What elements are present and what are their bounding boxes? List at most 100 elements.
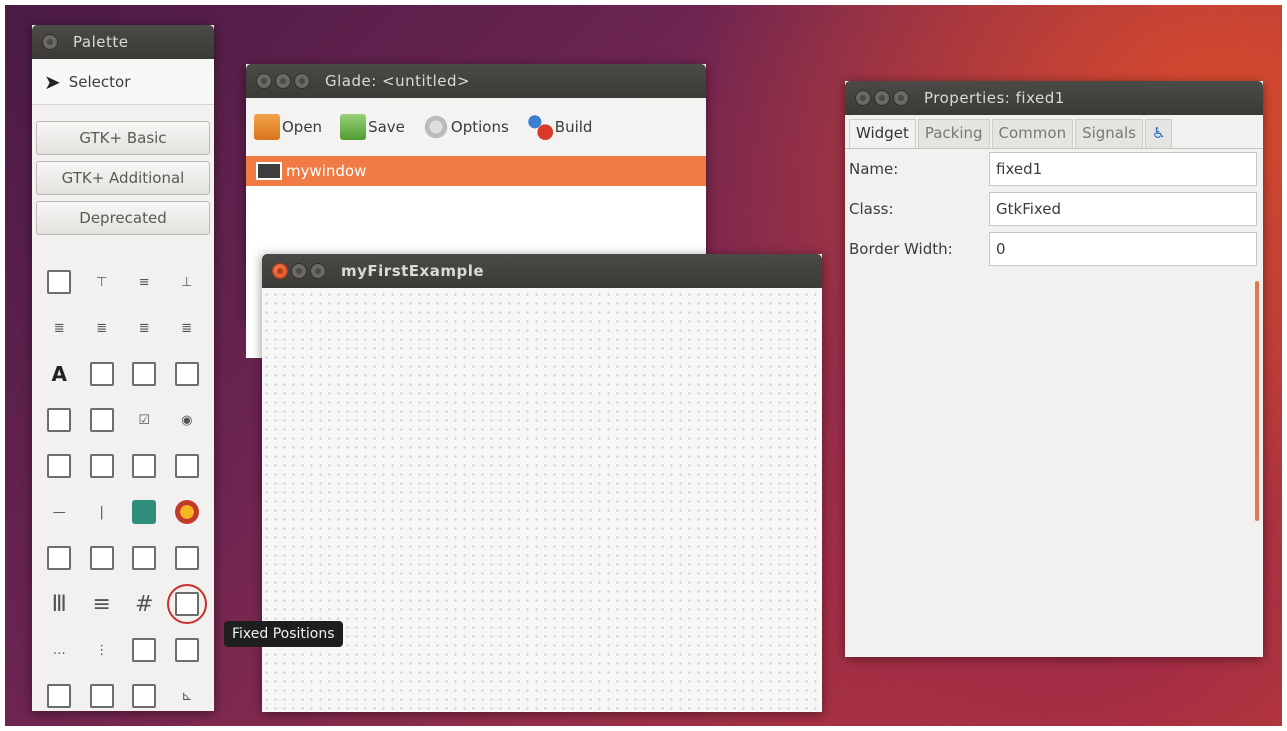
image-widget-icon[interactable] bbox=[132, 500, 157, 524]
check-icon[interactable]: ☑ bbox=[132, 408, 156, 432]
open-label: Open bbox=[282, 118, 323, 136]
border-width-label: Border Width: bbox=[849, 240, 953, 258]
viewport-icon[interactable] bbox=[132, 684, 157, 708]
close-icon[interactable] bbox=[42, 34, 58, 50]
open-button[interactable]: Open bbox=[254, 114, 322, 140]
name-label: Name: bbox=[849, 160, 899, 178]
grid-icon[interactable]: # bbox=[132, 592, 156, 617]
minimize-icon[interactable] bbox=[275, 73, 291, 89]
build-button[interactable]: Build bbox=[526, 114, 593, 140]
label-a-icon[interactable]: A bbox=[47, 362, 71, 386]
example-titlebar[interactable]: myFirstExample bbox=[262, 254, 822, 288]
toggle-icon[interactable] bbox=[89, 454, 114, 478]
paned-icon[interactable] bbox=[132, 638, 157, 662]
button-icon[interactable] bbox=[47, 408, 72, 432]
maximize-icon[interactable] bbox=[893, 90, 909, 106]
selector-label: Selector bbox=[68, 72, 131, 91]
window-icon[interactable] bbox=[47, 270, 72, 294]
glade-toolbar: Open Save Options Build bbox=[246, 98, 706, 156]
frame-icon[interactable]: ≣ bbox=[47, 316, 71, 340]
label-row-icon[interactable]: ≡ bbox=[132, 270, 156, 294]
event-box-icon[interactable] bbox=[47, 684, 72, 708]
tab-signals[interactable]: Signals bbox=[1075, 119, 1143, 148]
tab-packing[interactable]: Packing bbox=[917, 119, 990, 148]
progress-icon[interactable] bbox=[89, 546, 114, 570]
aspect-frame-icon[interactable]: ≣ bbox=[90, 316, 114, 340]
scrollbar-icon[interactable]: ⋮ bbox=[90, 638, 114, 662]
widget-icon-grid: ⊤ ≡ ⊥ ≣ ≣ ≣ ≣ A ☑ ◉ — | Ⅲ ≡ # … ⋮ ⊾ bbox=[32, 259, 214, 719]
glade-titlebar[interactable]: Glade: <untitled> bbox=[246, 64, 706, 98]
save-button[interactable]: Save bbox=[340, 114, 405, 140]
layout-icon[interactable] bbox=[174, 638, 199, 662]
palette-titlebar[interactable]: Palette bbox=[32, 25, 214, 59]
toolbar-icon[interactable]: ⊥ bbox=[175, 270, 199, 294]
open-folder-icon bbox=[254, 114, 280, 140]
image-icon[interactable] bbox=[89, 362, 114, 386]
table-icon[interactable]: ≣ bbox=[175, 316, 199, 340]
alignment-icon[interactable]: ⊾ bbox=[175, 684, 199, 708]
name-field[interactable] bbox=[989, 152, 1257, 186]
class-field[interactable] bbox=[989, 192, 1257, 226]
close-icon[interactable] bbox=[256, 73, 272, 89]
example-title: myFirstExample bbox=[341, 262, 485, 280]
fixed-icon[interactable] bbox=[166, 584, 207, 624]
options-button[interactable]: Options bbox=[422, 114, 509, 140]
separator-h-icon[interactable]: — bbox=[47, 500, 71, 524]
separator-v-icon[interactable]: | bbox=[90, 500, 114, 524]
tab-widget[interactable]: Widget bbox=[849, 119, 916, 148]
fixed-canvas[interactable] bbox=[262, 290, 822, 712]
spin-icon[interactable] bbox=[47, 454, 72, 478]
menu-icon[interactable] bbox=[174, 454, 199, 478]
class-label: Class: bbox=[849, 200, 894, 218]
glade-title: Glade: <untitled> bbox=[325, 72, 471, 90]
group-gtk-basic-button[interactable]: GTK+ Basic bbox=[36, 121, 210, 155]
minimize-icon[interactable] bbox=[291, 263, 307, 279]
minimize-icon[interactable] bbox=[874, 90, 890, 106]
palette-window: Palette ➤ Selector GTK+ Basic GTK+ Addit… bbox=[32, 25, 214, 711]
notebook-icon[interactable] bbox=[132, 362, 157, 386]
build-icon bbox=[526, 114, 553, 140]
hbox-icon[interactable]: Ⅲ bbox=[47, 592, 71, 617]
accessibility-icon[interactable]: ♿ bbox=[1145, 119, 1173, 148]
scale-icon[interactable] bbox=[47, 546, 72, 570]
group-deprecated-button[interactable]: Deprecated bbox=[36, 201, 210, 235]
save-icon bbox=[340, 114, 367, 140]
tree-item-label: mywindow bbox=[286, 162, 367, 180]
property-row-border-width: Border Width: bbox=[845, 229, 1263, 269]
property-row-class: Class: bbox=[845, 189, 1263, 229]
gear-icon bbox=[422, 114, 449, 140]
expander-icon[interactable] bbox=[89, 684, 114, 708]
example-window: myFirstExample bbox=[262, 254, 822, 712]
fixed-positions-tooltip: Fixed Positions bbox=[224, 621, 343, 647]
color-button-icon[interactable] bbox=[174, 500, 199, 524]
maximize-icon[interactable] bbox=[310, 263, 326, 279]
window-icon bbox=[256, 162, 282, 180]
tree-item-mywindow[interactable]: mywindow bbox=[246, 156, 706, 186]
combo-icon[interactable] bbox=[132, 454, 157, 478]
vbox-icon[interactable]: ≡ bbox=[90, 592, 114, 617]
options-label: Options bbox=[450, 118, 509, 136]
close-icon[interactable] bbox=[855, 90, 871, 106]
properties-window: Properties: fixed1 Widget Packing Common… bbox=[845, 81, 1263, 657]
drawing-icon[interactable] bbox=[174, 546, 199, 570]
textview-icon[interactable] bbox=[174, 362, 199, 386]
label-icon[interactable]: ≣ bbox=[132, 316, 156, 340]
properties-title: Properties: fixed1 bbox=[924, 89, 1065, 107]
palette-title: Palette bbox=[73, 33, 129, 51]
properties-titlebar[interactable]: Properties: fixed1 bbox=[845, 81, 1263, 115]
properties-scrollbar[interactable] bbox=[1255, 281, 1259, 521]
close-icon[interactable] bbox=[272, 263, 288, 279]
border-width-spinner[interactable] bbox=[989, 232, 1257, 266]
maximize-icon[interactable] bbox=[294, 73, 310, 89]
selector-item[interactable]: ➤ Selector bbox=[32, 59, 214, 105]
calendar-icon[interactable] bbox=[132, 546, 157, 570]
property-row-name: Name: bbox=[845, 149, 1263, 189]
statusbar-icon[interactable]: … bbox=[47, 638, 71, 662]
build-label: Build bbox=[554, 118, 593, 136]
group-gtk-additional-button[interactable]: GTK+ Additional bbox=[36, 161, 210, 195]
radio-icon[interactable]: ◉ bbox=[175, 408, 199, 432]
save-label: Save bbox=[368, 118, 405, 136]
entry-icon[interactable] bbox=[89, 408, 114, 432]
assistant-icon[interactable]: ⊤ bbox=[90, 270, 114, 294]
tab-common[interactable]: Common bbox=[991, 119, 1074, 148]
